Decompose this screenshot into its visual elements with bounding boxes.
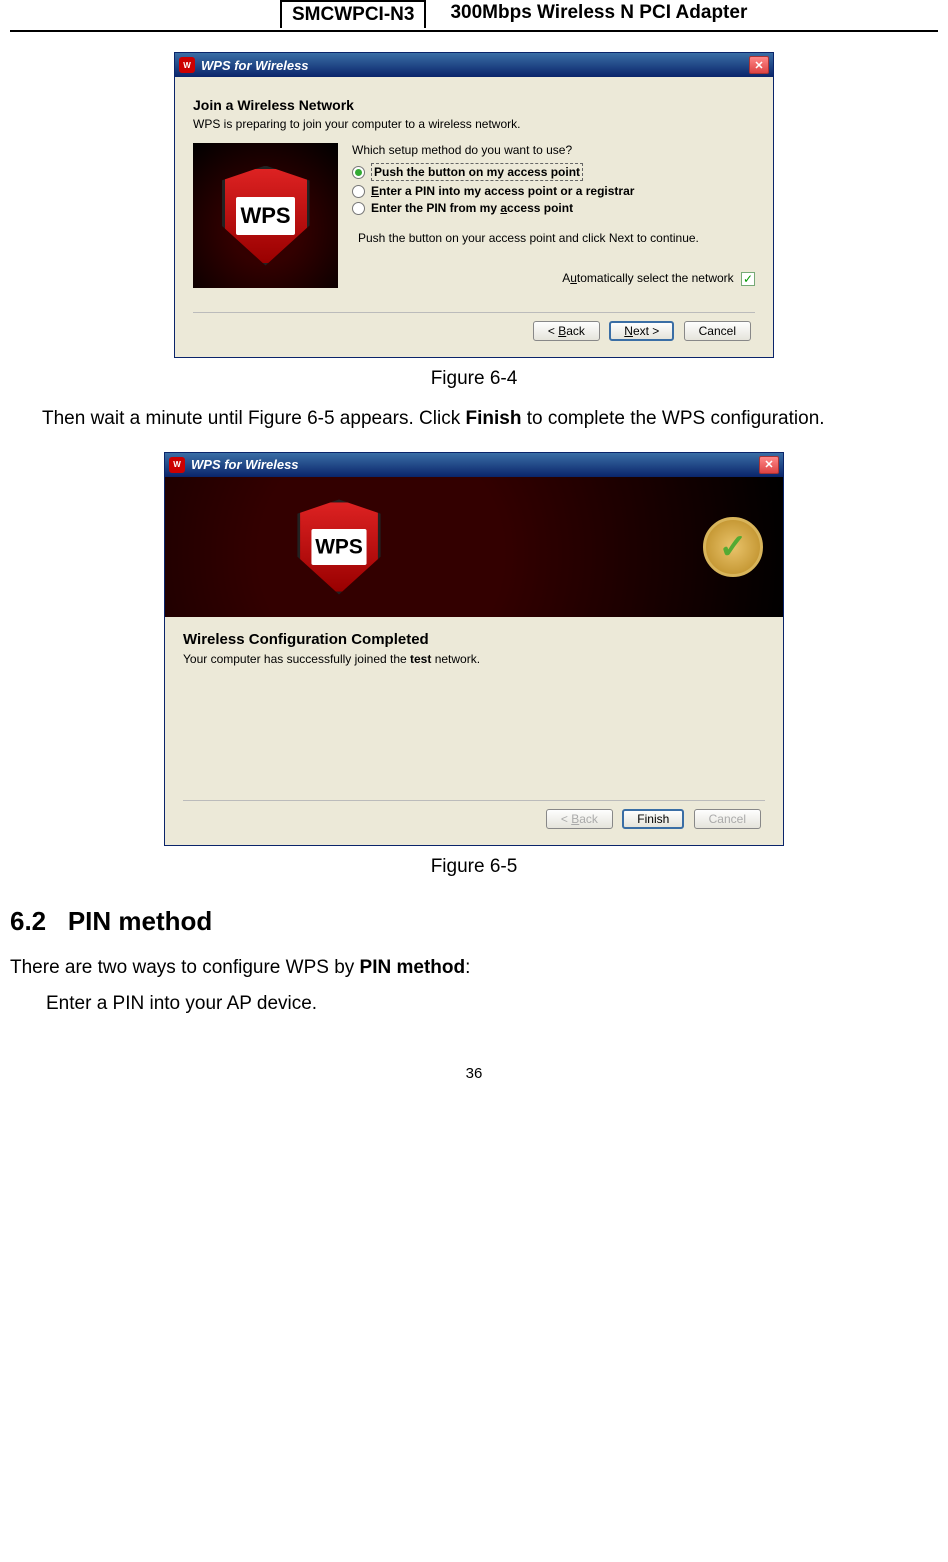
header-product: 300Mbps Wireless N PCI Adapter	[440, 0, 938, 28]
success-check-icon: ✓	[703, 517, 763, 577]
wps-logo-panel: WPS	[193, 143, 338, 288]
wps-dialog-completed: W WPS for Wireless ✕ WPS ✓ Wireless Conf…	[164, 452, 784, 846]
back-button: < Back	[546, 809, 613, 829]
titlebar: W WPS for Wireless ✕	[165, 453, 783, 477]
cancel-button[interactable]: Cancel	[684, 321, 751, 341]
shield-label: WPS	[311, 529, 366, 565]
finish-button[interactable]: Finish	[622, 809, 684, 829]
pin-method-intro: There are two ways to configure WPS by P…	[10, 957, 938, 979]
titlebar: W WPS for Wireless ✕	[175, 53, 773, 77]
instruction-text: Push the button on your access point and…	[358, 231, 755, 245]
auto-select-checkbox[interactable]: ✓	[741, 272, 755, 286]
radio-label: Enter the PIN from my access point	[371, 201, 573, 215]
divider	[193, 312, 755, 313]
wps-dialog-join: W WPS for Wireless ✕ Join a Wireless Net…	[174, 52, 774, 358]
radio-icon	[352, 202, 365, 215]
window-title: WPS for Wireless	[191, 457, 759, 472]
back-button[interactable]: < Back	[533, 321, 600, 341]
auto-select-row: Automatically select the network ✓	[352, 271, 755, 286]
radio-enter-pin-ap[interactable]: Enter a PIN into my access point or a re…	[352, 184, 755, 198]
radio-label: Push the button on my access point	[371, 163, 583, 181]
radio-label: Enter a PIN into my access point or a re…	[371, 184, 634, 198]
completed-heading: Wireless Configuration Completed	[183, 631, 765, 648]
page-number: 36	[10, 1065, 938, 1082]
shield-icon: WPS	[222, 166, 310, 266]
radio-icon	[352, 166, 365, 179]
app-icon: W	[169, 457, 185, 473]
doc-header: SMCWPCI-N3 300Mbps Wireless N PCI Adapte…	[10, 0, 938, 32]
dialog-subtext: WPS is preparing to join your computer t…	[193, 117, 755, 131]
radio-push-button[interactable]: Push the button on my access point	[352, 163, 755, 181]
app-icon: W	[179, 57, 195, 73]
step-4-text: 4.Then wait a minute until Figure 6-5 ap…	[10, 406, 938, 432]
radio-pin-from-ap[interactable]: Enter the PIN from my access point	[352, 201, 755, 215]
completed-text: Your computer has successfully joined th…	[183, 652, 765, 666]
window-title: WPS for Wireless	[201, 58, 749, 73]
setup-question: Which setup method do you want to use?	[352, 143, 755, 157]
cancel-button: Cancel	[694, 809, 761, 829]
pin-method-step-1: 1Enter a PIN into your AP device.	[10, 993, 938, 1015]
radio-icon	[352, 185, 365, 198]
section-heading-6-2: 6.2 PIN method	[10, 906, 938, 937]
shield-label: WPS	[236, 197, 294, 235]
header-model: SMCWPCI-N3	[280, 0, 426, 28]
divider	[183, 800, 765, 801]
next-button[interactable]: Next >	[609, 321, 674, 341]
close-icon[interactable]: ✕	[759, 456, 779, 474]
auto-select-label: Automatically select the network	[562, 271, 733, 285]
shield-icon: WPS	[297, 499, 381, 594]
hero-banner: WPS ✓	[165, 477, 783, 617]
figure-caption-6-5: Figure 6-5	[10, 856, 938, 878]
close-icon[interactable]: ✕	[749, 56, 769, 74]
dialog-heading: Join a Wireless Network	[193, 97, 755, 113]
figure-caption-6-4: Figure 6-4	[10, 368, 938, 390]
